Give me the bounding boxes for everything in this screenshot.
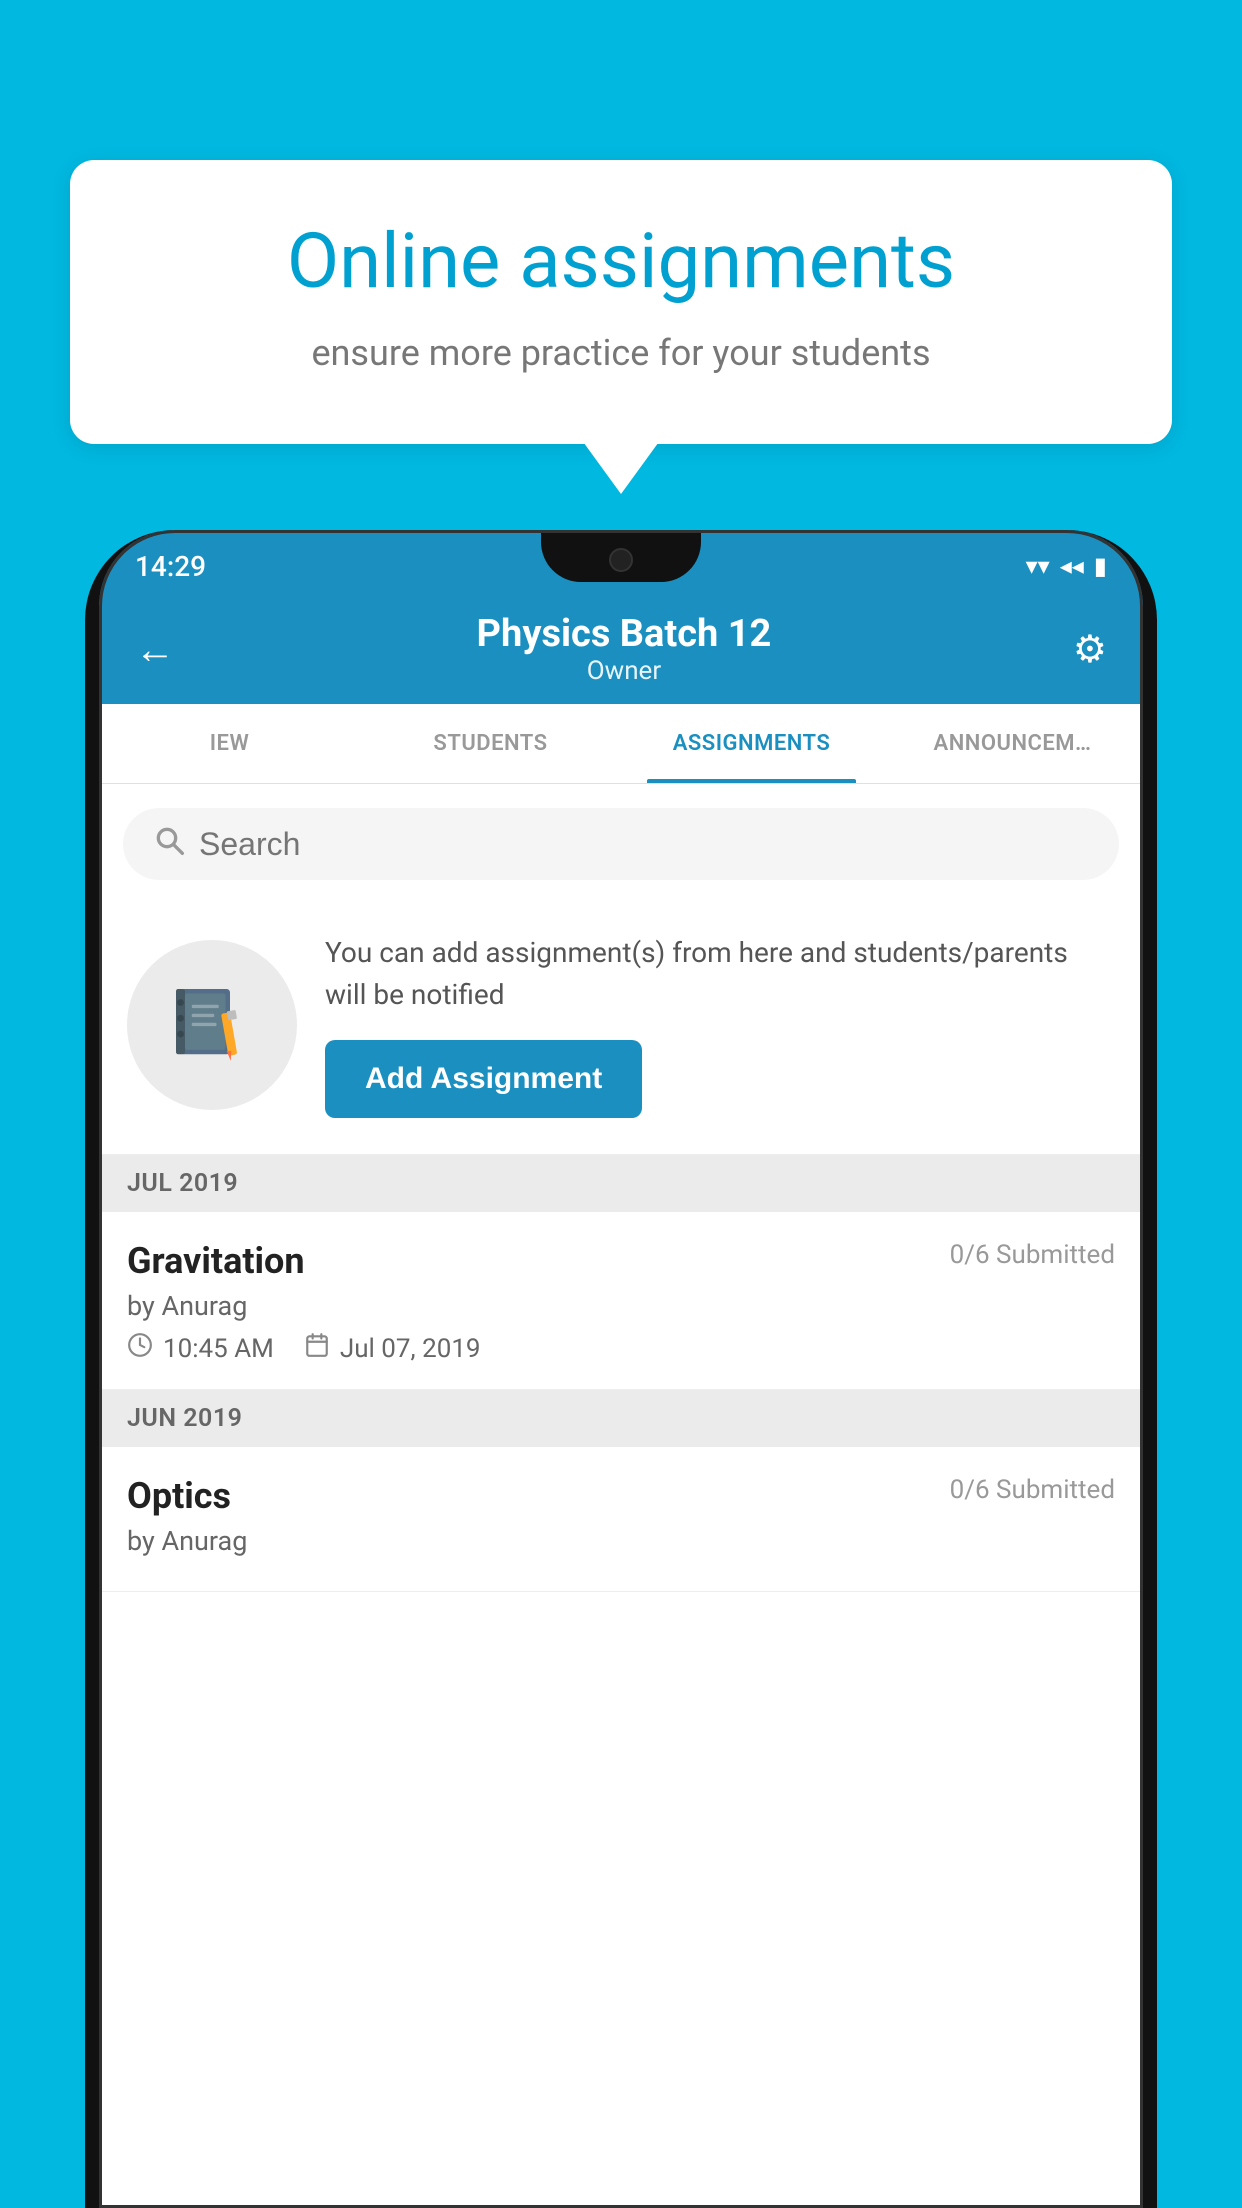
tab-iew[interactable]: IEW — [99, 704, 360, 783]
tab-assignments[interactable]: ASSIGNMENTS — [621, 704, 882, 783]
assignment-time-gravitation: 10:45 AM — [127, 1332, 274, 1365]
assignment-submitted-optics: 0/6 Submitted — [950, 1475, 1115, 1505]
speech-bubble-container: Online assignments ensure more practice … — [70, 160, 1172, 444]
section-month-jun: JUN 2019 — [127, 1404, 242, 1433]
tab-students[interactable]: STUDENTS — [360, 704, 621, 783]
status-icons: ▾▾ ◂◂ ▮ — [1026, 544, 1107, 580]
date-value-gravitation: Jul 07, 2019 — [340, 1334, 481, 1364]
header-center: Physics Batch 12 Owner — [477, 612, 772, 686]
assignment-name-optics: Optics — [127, 1475, 231, 1517]
assignment-item-gravitation[interactable]: Gravitation 0/6 Submitted by Anurag 10:4… — [99, 1212, 1143, 1390]
tab-students-label: STUDENTS — [433, 731, 547, 756]
assignment-submitted-gravitation: 0/6 Submitted — [950, 1240, 1115, 1270]
add-assignment-right: You can add assignment(s) from here and … — [325, 932, 1115, 1118]
phone-screen: 14:29 ▾▾ ◂◂ ▮ ← Physics Batch 12 Owner ⚙… — [99, 530, 1143, 2208]
tab-iew-label: IEW — [210, 731, 250, 756]
time-value-gravitation: 10:45 AM — [163, 1334, 274, 1364]
tab-announcements-label: ANNOUNCEM… — [934, 731, 1092, 756]
notebook-icon — [167, 980, 257, 1070]
assignment-row1-optics: Optics 0/6 Submitted — [127, 1475, 1115, 1517]
settings-button[interactable]: ⚙ — [1073, 627, 1107, 672]
section-header-jul: JUL 2019 — [99, 1155, 1143, 1212]
notch — [541, 530, 701, 582]
clock-icon — [127, 1332, 153, 1365]
assignment-name-gravitation: Gravitation — [127, 1240, 305, 1282]
screen-content: You can add assignment(s) from here and … — [99, 784, 1143, 2208]
batch-role: Owner — [477, 656, 772, 686]
tabs-container: IEW STUDENTS ASSIGNMENTS ANNOUNCEM… — [99, 704, 1143, 784]
bubble-subtitle: ensure more practice for your students — [150, 332, 1092, 374]
battery-icon: ▮ — [1094, 552, 1107, 580]
add-assignment-section: You can add assignment(s) from here and … — [99, 896, 1143, 1155]
section-header-jun: JUN 2019 — [99, 1390, 1143, 1447]
assignment-item-optics[interactable]: Optics 0/6 Submitted by Anurag — [99, 1447, 1143, 1592]
section-month-jul: JUL 2019 — [127, 1169, 238, 1198]
batch-title: Physics Batch 12 — [477, 612, 772, 656]
assignment-by-gravitation: by Anurag — [127, 1290, 1115, 1322]
tab-assignments-label: ASSIGNMENTS — [673, 731, 831, 756]
search-icon — [153, 824, 185, 864]
calendar-icon — [304, 1332, 330, 1365]
signal-icon: ◂◂ — [1060, 552, 1084, 580]
bubble-title: Online assignments — [150, 220, 1092, 304]
status-time: 14:29 — [135, 542, 206, 583]
search-bar[interactable] — [123, 808, 1119, 880]
assignment-by-optics: by Anurag — [127, 1525, 1115, 1557]
assignment-row1: Gravitation 0/6 Submitted — [127, 1240, 1115, 1282]
assignment-meta-gravitation: 10:45 AM Jul 07, 2019 — [127, 1332, 1115, 1365]
phone-frame: 14:29 ▾▾ ◂◂ ▮ ← Physics Batch 12 Owner ⚙… — [85, 530, 1157, 2208]
assignment-date-gravitation: Jul 07, 2019 — [304, 1332, 481, 1365]
wifi-icon: ▾▾ — [1026, 552, 1050, 580]
assignment-icon-circle — [127, 940, 297, 1110]
speech-bubble: Online assignments ensure more practice … — [70, 160, 1172, 444]
search-input[interactable] — [199, 826, 1089, 863]
app-header: ← Physics Batch 12 Owner ⚙ — [99, 594, 1143, 704]
camera — [609, 548, 633, 572]
add-assignment-button[interactable]: Add Assignment — [325, 1040, 642, 1118]
tab-announcements[interactable]: ANNOUNCEM… — [882, 704, 1143, 783]
add-assignment-desc: You can add assignment(s) from here and … — [325, 932, 1115, 1016]
back-button[interactable]: ← — [135, 626, 175, 673]
